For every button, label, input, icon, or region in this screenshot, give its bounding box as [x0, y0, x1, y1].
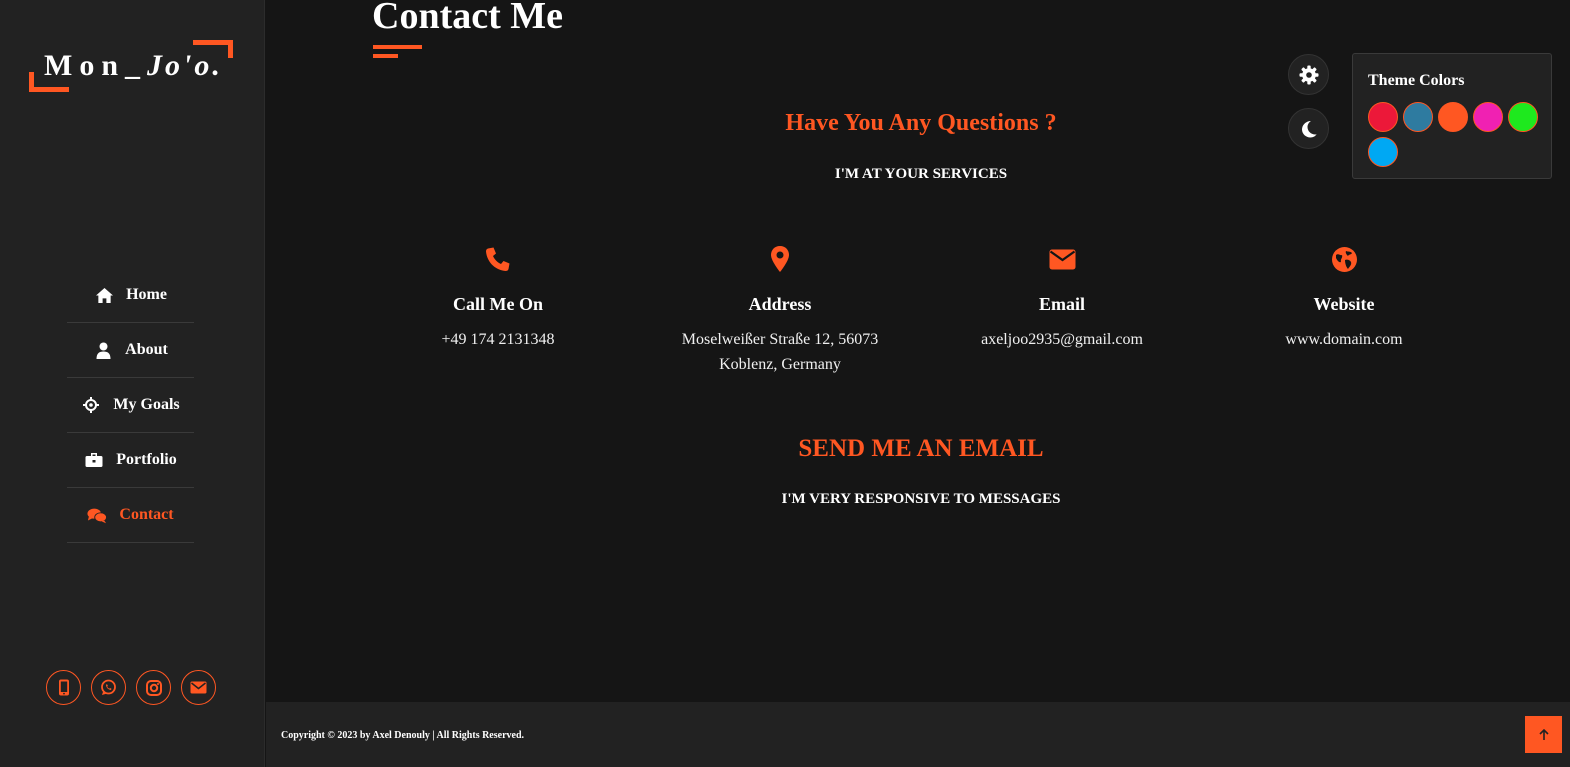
contact-info-value[interactable]: www.domain.com [1224, 327, 1464, 352]
arrow-up-icon [1538, 728, 1549, 740]
theme-colors-title: Theme Colors [1368, 72, 1465, 89]
color-swatches [1368, 102, 1538, 167]
home-icon [94, 285, 114, 305]
nav-label-home: Home [126, 286, 167, 303]
nav-item-portfolio[interactable]: Portfolio [67, 433, 194, 488]
title-underline [373, 45, 422, 49]
contact-info-value[interactable]: axeljoo2935@gmail.com [942, 327, 1182, 352]
title-underline-short [373, 54, 398, 58]
nav-label-my-goals: My Goals [113, 396, 180, 413]
user-icon [93, 340, 113, 360]
social-links [46, 670, 216, 705]
contact-info-title: Email [1038, 294, 1085, 314]
logo-main-text: Mon_ [44, 49, 147, 82]
envelope-icon [190, 681, 207, 694]
crosshair-icon [81, 395, 101, 415]
contact-info-value[interactable]: +49 174 2131348 [378, 327, 618, 352]
sidebar-nav: Home About My Goals Portfolio Contact [67, 268, 194, 543]
social-phone-button[interactable] [46, 670, 81, 705]
contact-info-website: Website www.domain.com [1224, 244, 1464, 352]
nav-label-contact: Contact [119, 506, 174, 523]
color-swatch-blue[interactable] [1403, 102, 1433, 132]
logo-script-text: Jo'o. [147, 49, 223, 82]
social-email-button[interactable] [181, 670, 216, 705]
address-line-1: Moselweißer Straße 12, 56073 [681, 331, 879, 348]
nav-item-contact[interactable]: Contact [67, 488, 194, 543]
color-swatch-sky[interactable] [1368, 137, 1398, 167]
page-title: Contact Me [372, 0, 563, 37]
color-swatch-green[interactable] [1508, 102, 1538, 132]
location-pin-icon [660, 244, 900, 274]
whatsapp-icon [101, 679, 116, 695]
nav-item-my-goals[interactable]: My Goals [67, 378, 194, 433]
color-swatch-orange[interactable] [1438, 102, 1468, 132]
nav-label-portfolio: Portfolio [116, 451, 177, 468]
send-email-heading: SEND ME AN EMAIL [798, 435, 1044, 462]
gear-icon [1299, 65, 1318, 84]
copyright-text: Copyright © 2023 by Axel Denouly | All R… [281, 730, 525, 741]
briefcase-icon [84, 450, 104, 470]
nav-item-about[interactable]: About [67, 323, 194, 378]
contact-info-title: Call Me On [453, 294, 543, 314]
contact-info-title: Address [748, 294, 812, 314]
instagram-icon [145, 679, 162, 696]
sidebar: Mon_Jo'o. Home About My Goals Portfolio [0, 0, 265, 767]
contact-info-title: Website [1313, 294, 1375, 314]
address-line-2: Koblenz, Germany [719, 356, 841, 373]
nav-item-home[interactable]: Home [67, 268, 194, 323]
moon-icon [1301, 120, 1317, 137]
logo-text: Mon_Jo'o. [44, 49, 223, 83]
globe-icon [1224, 244, 1464, 274]
scroll-to-top-button[interactable] [1525, 716, 1562, 753]
logo[interactable]: Mon_Jo'o. [29, 40, 233, 92]
contact-info-email: Email axeljoo2935@gmail.com [942, 244, 1182, 352]
send-email-subheading: I'M VERY RESPONSIVE TO MESSAGES [781, 491, 1061, 507]
color-swatch-pink[interactable] [1473, 102, 1503, 132]
contact-info-phone: Call Me On +49 174 2131348 [378, 244, 618, 352]
mobile-icon [58, 679, 69, 696]
settings-toggle-button[interactable] [1288, 54, 1329, 95]
footer: Copyright © 2023 by Axel Denouly | All R… [266, 702, 1570, 767]
comments-icon [87, 505, 108, 525]
nav-label-about: About [125, 341, 168, 358]
contact-info-value: Moselweißer Straße 12, 56073 Koblenz, Ge… [660, 327, 900, 377]
social-whatsapp-button[interactable] [91, 670, 126, 705]
social-instagram-button[interactable] [136, 670, 171, 705]
color-swatch-red[interactable] [1368, 102, 1398, 132]
dark-mode-toggle-button[interactable] [1288, 108, 1329, 149]
envelope-icon [942, 244, 1182, 274]
contact-info-address: Address Moselweißer Straße 12, 56073 Kob… [660, 244, 900, 377]
theme-colors-panel: Theme Colors [1352, 53, 1552, 179]
phone-icon [378, 244, 618, 274]
